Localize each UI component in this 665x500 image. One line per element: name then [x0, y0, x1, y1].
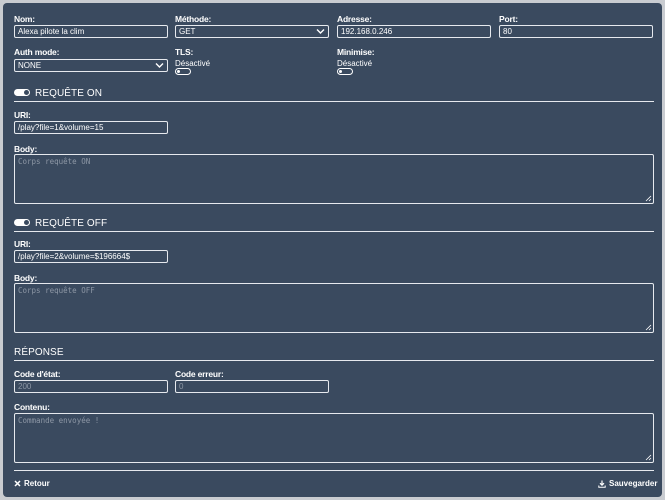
response-title: RÉPONSE	[14, 347, 64, 358]
tls-toggle-knob	[177, 70, 180, 73]
request-on-toggle-knob	[24, 90, 29, 95]
request-off-title: REQUÊTE OFF	[35, 218, 108, 229]
resize-grip-icon[interactable]	[645, 454, 652, 461]
nom-input[interactable]: Alexa pilote la clim	[14, 25, 168, 38]
contenu-textarea[interactable]: Commande envoyée !	[14, 413, 654, 463]
resize-grip-icon[interactable]	[645, 324, 652, 331]
request-on-toggle[interactable]	[14, 89, 30, 96]
request-off-body-placeholder: Corps requête OFF	[18, 286, 95, 295]
request-off-divider	[14, 231, 654, 232]
auth-mode-select-value: NONE	[18, 61, 42, 70]
retour-button[interactable]: Retour	[14, 479, 50, 488]
resize-grip-icon[interactable]	[645, 195, 652, 202]
chevron-down-icon	[155, 63, 164, 68]
code-erreur-label: Code erreur:	[175, 369, 224, 379]
request-off-body-label: Body:	[14, 273, 38, 283]
contenu-label: Contenu:	[14, 402, 50, 412]
form-panel: Nom: Alexa pilote la clim Méthode: GET A…	[3, 3, 662, 497]
tls-label: TLS:	[175, 47, 194, 57]
request-on-body-placeholder: Corps requête ON	[18, 157, 91, 166]
request-on-divider	[14, 101, 654, 102]
methode-label: Méthode:	[175, 14, 212, 24]
methode-select[interactable]: GET	[175, 25, 329, 38]
retour-label: Retour	[24, 479, 50, 488]
sauvegarder-button[interactable]: Sauvegarder	[598, 479, 657, 488]
tls-state: Désactivé	[175, 59, 211, 68]
minimise-state: Désactivé	[337, 59, 373, 68]
request-off-uri-label: URI:	[14, 239, 31, 249]
code-etat-label: Code d'état:	[14, 369, 61, 379]
port-label: Port:	[499, 14, 518, 24]
adresse-label: Adresse:	[337, 14, 372, 24]
minimise-label: Minimise:	[337, 47, 375, 57]
request-off-toggle[interactable]	[14, 219, 30, 226]
adresse-input[interactable]: 192.168.0.246	[337, 25, 491, 38]
auth-mode-select[interactable]: NONE	[14, 59, 168, 72]
request-on-body-textarea[interactable]: Corps requête ON	[14, 154, 654, 204]
chevron-down-icon	[316, 29, 325, 34]
request-off-body-textarea[interactable]: Corps requête OFF	[14, 283, 654, 333]
nom-label: Nom:	[14, 14, 35, 24]
port-input[interactable]: 80	[499, 25, 653, 38]
contenu-value: Commande envoyée !	[18, 416, 100, 425]
request-off-toggle-knob	[24, 220, 29, 225]
request-on-uri-input[interactable]: /play?file=1&volume=15	[14, 121, 168, 134]
auth-mode-label: Auth mode:	[14, 47, 60, 57]
tls-toggle[interactable]	[175, 68, 191, 75]
methode-select-value: GET	[179, 27, 196, 36]
footer-divider	[14, 470, 654, 471]
request-off-uri-input[interactable]: /play?file=2&volume=$196664$	[14, 250, 168, 263]
request-on-uri-label: URI:	[14, 110, 31, 120]
close-x-icon	[14, 480, 21, 487]
response-divider	[14, 360, 654, 361]
request-on-title: REQUÊTE ON	[35, 88, 103, 99]
sauvegarder-label: Sauvegarder	[609, 479, 658, 488]
code-etat-input[interactable]: 200	[14, 380, 168, 393]
minimise-toggle-knob	[339, 70, 342, 73]
request-on-body-label: Body:	[14, 144, 38, 154]
minimise-toggle[interactable]	[337, 68, 353, 75]
download-icon	[598, 480, 606, 488]
code-erreur-input[interactable]: 0	[175, 380, 329, 393]
